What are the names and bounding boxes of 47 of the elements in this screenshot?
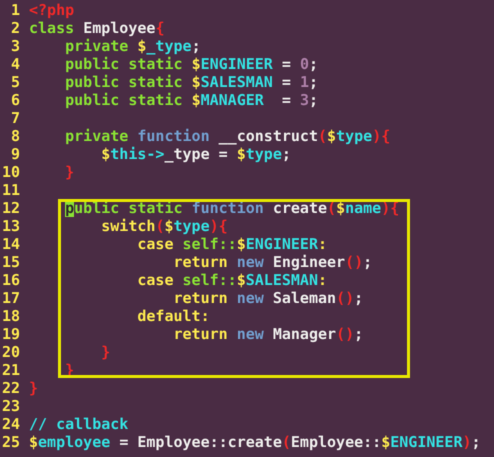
line-number: 21 — [0, 361, 20, 379]
code-line: class Employee{ — [29, 19, 164, 37]
code-line: return new Saleman(); — [172, 289, 364, 307]
line-number: 10 — [0, 163, 20, 181]
line-number: 20 — [0, 343, 20, 361]
line-number: 25 — [0, 433, 20, 451]
code-line: public static function create($name){ — [64, 199, 400, 217]
line-number: 16 — [0, 271, 20, 289]
line-number: 13 — [0, 217, 20, 235]
code-line: // callback — [29, 415, 128, 433]
code-line: public static $ENGINEER = 0; — [64, 55, 318, 73]
line-number: 17 — [0, 289, 20, 307]
code-line: switch($type){ — [100, 217, 228, 235]
code-line: public static $MANAGER = 3; — [64, 91, 318, 109]
line-number: 8 — [10, 127, 20, 145]
line-number: 19 — [0, 325, 20, 343]
line-number: 18 — [0, 307, 20, 325]
line-number: 4 — [10, 55, 20, 73]
code-line: } — [100, 343, 110, 361]
code-line: private function __construct($type){ — [64, 127, 390, 145]
line-number: 15 — [0, 253, 20, 271]
code-line: <?php — [29, 1, 74, 19]
code-line: } — [64, 163, 74, 181]
code-line: public static $SALESMAN = 1; — [64, 73, 318, 91]
line-number: 11 — [0, 181, 20, 199]
line-number: 5 — [10, 73, 20, 91]
code-line: return new Manager(); — [172, 325, 364, 343]
line-number: 23 — [0, 397, 20, 415]
code-line: case self::$ENGINEER: — [136, 235, 328, 253]
code-line: } — [29, 379, 38, 397]
line-number: 24 — [0, 415, 20, 433]
code-line: default: — [136, 307, 210, 325]
line-number: 3 — [10, 37, 20, 55]
line-number: 22 — [0, 379, 20, 397]
code-editor[interactable] — [0, 0, 494, 457]
line-number: 14 — [0, 235, 20, 253]
line-number: 1 — [10, 1, 20, 19]
line-number: 6 — [10, 91, 20, 109]
line-number: 7 — [10, 109, 20, 127]
code-line: return new Engineer(); — [172, 253, 372, 271]
line-number: 12 — [0, 199, 20, 217]
line-number: 2 — [10, 19, 20, 37]
code-line: $employee = Employee::create(Employee::$ENGINEER); — [29, 433, 481, 451]
line-number: 9 — [10, 145, 20, 163]
code-line: private $_type; — [64, 37, 201, 55]
code-line: $this->_type = $type; — [100, 145, 291, 163]
code-line: case self::$SALESMAN: — [136, 271, 328, 289]
